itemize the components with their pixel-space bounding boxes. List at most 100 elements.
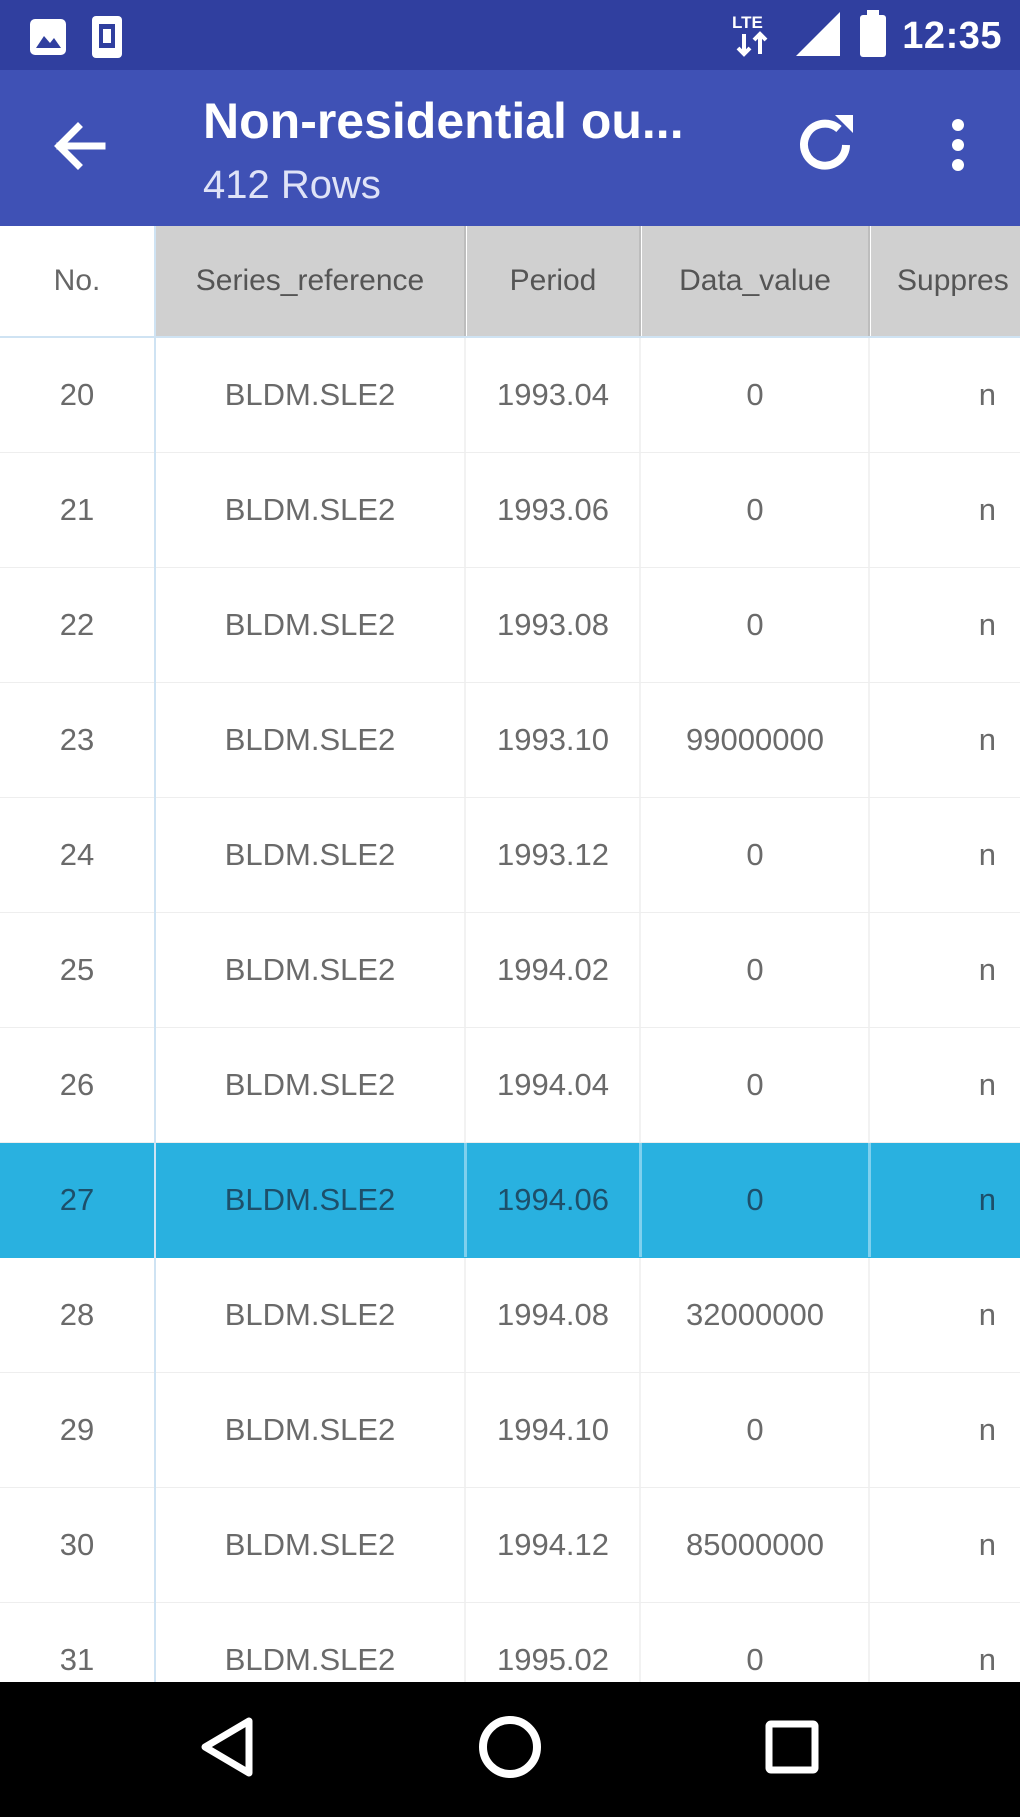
cell-divider <box>639 1373 641 1487</box>
cell-series-reference: BLDM.SLE2 <box>224 1527 396 1562</box>
cell-divider <box>464 568 466 682</box>
cell-data-value: 99000000 <box>686 722 824 757</box>
cell-divider <box>639 1603 641 1682</box>
cell-period: 1994.10 <box>496 1412 610 1447</box>
cell-period: 1993.08 <box>496 607 610 642</box>
table-row[interactable]: 21 BLDM.SLE2 1993.06 0 n <box>0 453 1020 568</box>
lte-icon: LTE <box>730 8 778 65</box>
cell-period: 1995.02 <box>496 1642 610 1677</box>
table-row[interactable]: 29 BLDM.SLE2 1994.10 0 n <box>0 1373 1020 1488</box>
column-header-suppressed[interactable]: Suppres <box>871 226 1020 336</box>
table-row[interactable]: 25 BLDM.SLE2 1994.02 0 n <box>0 913 1020 1028</box>
cell-divider <box>868 1603 870 1682</box>
battery-icon <box>858 8 888 65</box>
cell-data-value: 0 <box>746 607 764 642</box>
page-title: Non-residential ou... <box>203 93 684 149</box>
data-table[interactable]: No. Series_reference Period Data_value S… <box>0 226 1020 1682</box>
status-time: 12:35 <box>902 15 1002 57</box>
cell-no: 30 <box>59 1527 95 1562</box>
signal-icon <box>792 8 844 65</box>
cell-data-value: 0 <box>746 1182 764 1217</box>
cell-data-value: 32000000 <box>686 1297 824 1332</box>
cell-data-value: 0 <box>746 1412 764 1447</box>
cell-no: 24 <box>59 837 95 872</box>
cell-series-reference: BLDM.SLE2 <box>224 1297 396 1332</box>
cell-divider <box>868 913 870 1027</box>
header-divider <box>639 226 641 336</box>
cell-series-reference: BLDM.SLE2 <box>224 377 396 412</box>
cell-period: 1993.04 <box>496 377 610 412</box>
nav-home-button[interactable] <box>460 1704 560 1794</box>
cell-series-reference: BLDM.SLE2 <box>224 952 396 987</box>
cell-divider <box>639 1488 641 1602</box>
image-icon <box>28 17 68 62</box>
cell-period: 1994.12 <box>496 1527 610 1562</box>
cell-divider <box>868 1028 870 1142</box>
cell-divider <box>464 683 466 797</box>
nav-recents-button[interactable] <box>742 1704 842 1794</box>
app-bar: Non-residential ou... 412 Rows <box>0 70 1020 226</box>
cell-period: 1993.10 <box>496 722 610 757</box>
cell-period: 1993.06 <box>496 492 610 527</box>
column-header-period[interactable]: Period <box>467 226 639 336</box>
cell-divider <box>464 1373 466 1487</box>
row-count-subtitle: 412 Rows <box>203 163 381 207</box>
cell-suppressed: n <box>978 1297 996 1332</box>
cell-divider <box>868 338 870 452</box>
cell-divider <box>639 1143 642 1257</box>
cell-data-value: 0 <box>746 837 764 872</box>
cell-data-value: 85000000 <box>686 1527 824 1562</box>
sim-card-icon <box>90 14 124 65</box>
cell-suppressed: n <box>978 1642 996 1677</box>
cell-no: 23 <box>59 722 95 757</box>
table-row[interactable]: 22 BLDM.SLE2 1993.08 0 n <box>0 568 1020 683</box>
back-button[interactable] <box>42 110 118 186</box>
cell-series-reference: BLDM.SLE2 <box>224 837 396 872</box>
cell-suppressed: n <box>978 952 996 987</box>
cell-divider <box>464 913 466 1027</box>
table-row[interactable]: 20 BLDM.SLE2 1993.04 0 n <box>0 338 1020 453</box>
more-vert-icon <box>948 115 968 180</box>
refresh-button[interactable] <box>780 102 870 192</box>
cell-divider <box>639 453 641 567</box>
table-row[interactable]: 23 BLDM.SLE2 1993.10 99000000 n <box>0 683 1020 798</box>
cell-suppressed: n <box>978 607 996 642</box>
cell-series-reference: BLDM.SLE2 <box>224 607 396 642</box>
column-header-series-reference[interactable]: Series_reference <box>156 226 464 336</box>
cell-no: 22 <box>59 607 95 642</box>
nav-back-button[interactable] <box>178 1704 278 1794</box>
cell-no: 28 <box>59 1297 95 1332</box>
table-row[interactable]: 27 BLDM.SLE2 1994.06 0 n <box>0 1143 1020 1258</box>
cell-divider <box>639 338 641 452</box>
cell-series-reference: BLDM.SLE2 <box>224 1067 396 1102</box>
cell-divider <box>868 568 870 682</box>
table-row[interactable]: 30 BLDM.SLE2 1994.12 85000000 n <box>0 1488 1020 1603</box>
cell-suppressed: n <box>978 492 996 527</box>
cell-suppressed: n <box>978 1182 996 1217</box>
table-row[interactable]: 24 BLDM.SLE2 1993.12 0 n <box>0 798 1020 913</box>
cell-series-reference: BLDM.SLE2 <box>224 1642 396 1677</box>
cell-no: 25 <box>59 952 95 987</box>
cell-data-value: 0 <box>746 1067 764 1102</box>
cell-no: 29 <box>59 1412 95 1447</box>
table-row[interactable]: 26 BLDM.SLE2 1994.04 0 n <box>0 1028 1020 1143</box>
header-divider <box>868 226 870 336</box>
home-circle-icon <box>475 1712 545 1787</box>
table-row[interactable]: 28 BLDM.SLE2 1994.08 32000000 n <box>0 1258 1020 1373</box>
table-row[interactable]: 31 BLDM.SLE2 1995.02 0 n <box>0 1603 1020 1682</box>
cell-no: 27 <box>59 1182 95 1217</box>
column-header-data-value[interactable]: Data_value <box>642 226 868 336</box>
cell-suppressed: n <box>978 1412 996 1447</box>
refresh-icon <box>789 109 861 186</box>
overflow-menu-button[interactable] <box>928 102 988 192</box>
cell-period: 1994.08 <box>496 1297 610 1332</box>
cell-series-reference: BLDM.SLE2 <box>224 1182 396 1217</box>
cell-divider <box>464 1028 466 1142</box>
cell-divider <box>464 798 466 912</box>
back-triangle-icon <box>197 1715 259 1784</box>
cell-divider <box>464 1603 466 1682</box>
column-header-no[interactable]: No. <box>0 226 154 336</box>
cell-divider <box>868 1488 870 1602</box>
table-header-row: No. Series_reference Period Data_value S… <box>0 226 1020 338</box>
lte-label: LTE <box>732 13 763 32</box>
